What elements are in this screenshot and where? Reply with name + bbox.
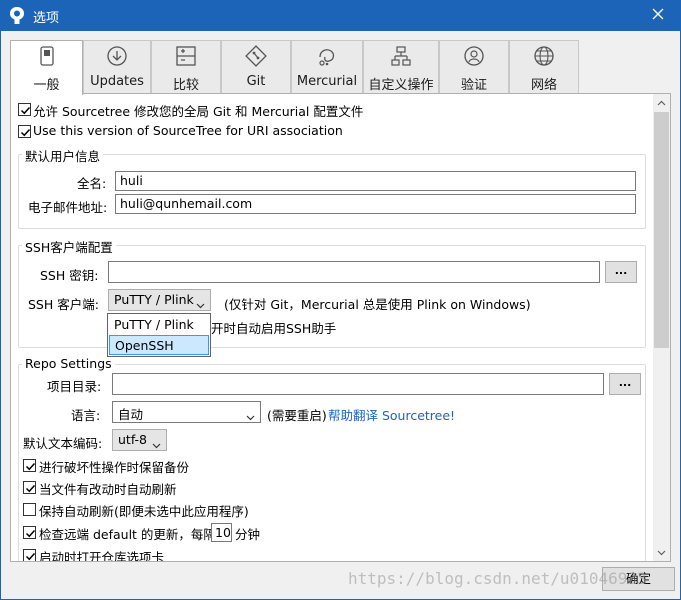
open-repo-tab-checkbox[interactable] [23,549,36,561]
mercurial-icon [316,45,338,67]
keep-refreshing-label: 保持自动刷新(即便未选中此应用程序) [39,504,249,519]
ssh-client-label: SSH 客户端: [28,297,99,312]
ssh-client-select[interactable]: PuTTY / Plink [108,289,211,311]
uri-association-checkbox[interactable] [18,125,31,138]
allow-global-config-label: 允许 Sourcetree 修改您的全局 Git 和 Mercurial 配置文… [33,104,364,119]
user-info-group [18,154,646,229]
chevron-down-icon [246,409,255,424]
language-label: 语言: [71,408,101,423]
ssh-client-option-highlighted[interactable]: OpenSSH [109,335,209,355]
vertical-scrollbar[interactable] [653,94,670,561]
scroll-up-icon[interactable] [653,94,670,111]
auto-refresh-label: 当文件有改动时自动刷新 [39,482,177,497]
user-info-group-title: 默认用户信息 [22,146,104,165]
tab-label: Git [246,74,266,89]
email-label: 电子邮件地址: [28,200,108,215]
tab-label: 自定义操作 [368,78,434,93]
tab-label: 比较 [172,78,199,93]
tab-git[interactable]: Git [221,40,291,93]
fullname-input[interactable]: huli [115,171,636,191]
tab-general[interactable]: 一般 [10,40,83,95]
language-selected: 自动 [118,407,144,422]
repo-settings-group-title: Repo Settings [22,356,115,371]
tab-mercurial[interactable]: Mercurial [291,40,363,93]
watermark: https://blog.csdn.net/u01046933 [348,569,647,588]
download-circle-icon [106,45,128,67]
chevron-down-icon [152,437,161,452]
ssh-group-title: SSH客户端配置 [22,237,116,256]
ssh-auto-start-label: 开时自动启用SSH助手 [211,321,337,336]
tab-diff[interactable]: 比较 [151,40,221,93]
close-button[interactable] [635,0,681,31]
tab-label: Updates [90,74,144,89]
project-dir-browse-button[interactable]: ... [609,373,641,395]
language-select[interactable]: 自动 [112,401,261,423]
encoding-select[interactable]: utf-8 [112,429,167,451]
check-remote-suffix: 分钟 [235,527,261,542]
auto-refresh-checkbox[interactable] [23,481,36,494]
chevron-down-icon [196,297,205,312]
keep-refreshing-checkbox[interactable] [23,503,36,516]
tab-label: 网络 [530,78,557,93]
open-repo-tab-label: 启动时打开仓库选项卡 [39,550,165,562]
project-dir-input[interactable] [112,373,604,395]
general-settings-panel: 允许 Sourcetree 修改您的全局 Git 和 Mercurial 配置文… [10,93,671,562]
ssh-client-option[interactable]: PuTTY / Plink [109,315,209,335]
globe-icon [533,45,555,67]
window-title: 选项 [33,11,60,26]
ssh-key-browse-button[interactable]: ... [605,261,637,283]
scroll-down-icon[interactable] [653,544,670,561]
tab-label: 验证 [460,78,487,93]
ssh-client-note: (仅针对 Git，Mercurial 总是使用 Plink on Windows… [224,297,531,312]
tab-label: Mercurial [296,74,358,89]
title-bar: 选项 [0,0,681,31]
check-remote-checkbox[interactable] [23,526,36,539]
ssh-key-input[interactable] [108,261,600,283]
scrollbar-thumb[interactable] [654,112,669,348]
keep-backup-checkbox[interactable] [23,459,36,472]
user-auth-icon [463,45,485,67]
ssh-client-selected: PuTTY / Plink [114,292,194,307]
check-remote-label: 检查远端 default 的更新，每隔 [39,527,216,542]
check-remote-minutes-input[interactable]: 10 [211,523,232,542]
encoding-label: 默认文本编码: [23,436,103,451]
tab-label: 一般 [33,78,60,93]
tab-custom-actions[interactable]: 自定义操作 [363,40,439,93]
fullname-label: 全名: [77,176,107,191]
email-input[interactable]: huli@qunhemail.com [115,194,636,214]
sourcetree-icon [9,6,25,25]
toggle-switch-icon [36,45,58,67]
tab-authentication[interactable]: 验证 [439,40,509,93]
uri-association-label: Use this version of SourceTree for URI a… [33,123,343,138]
custom-actions-icon [390,45,412,67]
allow-global-config-checkbox[interactable] [18,103,31,116]
project-dir-label: 项目目录: [47,379,102,394]
restart-note: (需要重启) [267,408,327,423]
ssh-client-dropdown-list: PuTTY / Plink OpenSSH [107,313,211,357]
diff-icon [175,45,197,67]
close-icon [652,8,664,23]
ssh-key-label: SSH 密钥: [40,268,99,283]
encoding-selected: utf-8 [118,432,148,447]
tab-updates[interactable]: Updates [83,40,151,93]
git-icon [245,45,267,67]
keep-backup-label: 进行破坏性操作时保留备份 [39,460,190,475]
help-translate-link[interactable]: 帮助翻译 Sourcetree! [328,405,455,424]
tab-network[interactable]: 网络 [509,40,579,93]
